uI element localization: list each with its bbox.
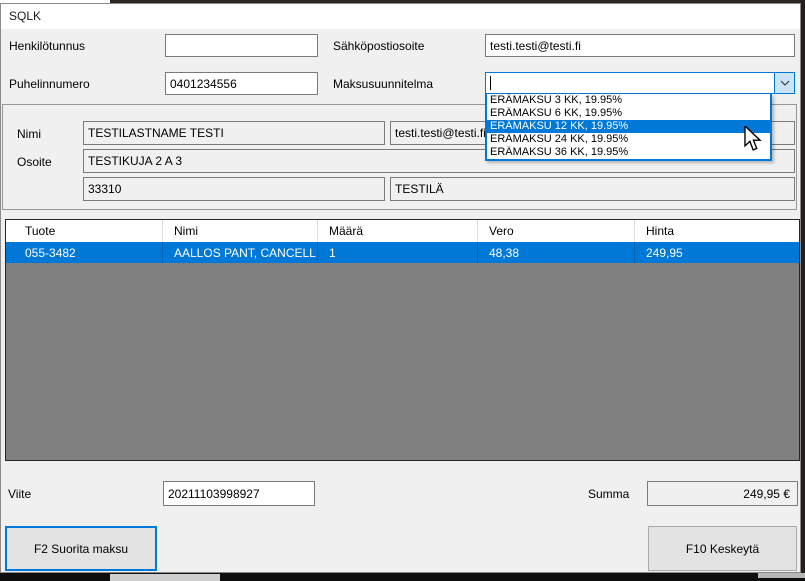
sahkoposti-input[interactable]: testi.testi@testi.fi [485,34,795,57]
combobox-dropdown-button[interactable] [774,73,794,93]
dropdown-option[interactable]: ERÄMAKSU 6 KK, 19.95% [487,107,770,120]
viite-text: 20211103998927 [168,487,260,501]
summa-field: 249,95 € [647,481,798,506]
table-row-selected[interactable]: 055-3482 AALLOS PANT, CANCELL 1 48,38 24… [6,242,799,263]
product-table: Tuote Nimi Määrä Vero Hinta 055-3482 AAL… [5,219,800,461]
cell-maara: 1 [318,242,478,263]
title-bar[interactable]: SQLK [1,4,800,29]
dropdown-option[interactable]: ERÄMAKSU 12 KK, 19.95% [487,120,770,133]
summa-label: Summa [588,487,629,501]
customer-name-field[interactable]: TESTILASTNAME TESTI [83,121,385,145]
background-window-notch-right [758,573,805,578]
column-header-tuote[interactable]: Tuote [6,220,163,242]
submit-payment-label: F2 Suorita maksu [34,542,128,556]
maksusuunnitelma-combobox[interactable] [485,72,795,94]
customer-city-text: TESTILÄ [395,182,444,196]
puhelinnumero-input[interactable]: 0401234556 [165,72,318,95]
henkilotunnus-label: Henkilötunnus [9,39,85,53]
cell-nimi: AALLOS PANT, CANCELL [163,242,318,263]
cell-vero: 48,38 [478,242,635,263]
puhelinnumero-text: 0401234556 [170,77,237,91]
puhelinnumero-label: Puhelinnumero [9,77,90,91]
chevron-down-icon [780,80,790,86]
sahkoposti-label: Sähköpostiosoite [333,39,424,53]
viite-label: Viite [8,487,31,501]
dropdown-option[interactable]: ERÄMAKSU 36 KK, 19.95% [487,146,770,159]
screen: SQLK Henkilötunnus Sähköpostiosoite test… [0,0,805,581]
cancel-button[interactable]: F10 Keskeytä [648,526,797,571]
cell-hinta: 249,95 [635,242,799,263]
column-header-maara[interactable]: Määrä [318,220,478,242]
customer-email-text: testi.testi@testi.fi [395,126,486,140]
osoite-label: Osoite [17,155,52,169]
maksusuunnitelma-label: Maksusuunnitelma [333,77,433,91]
henkilotunnus-input[interactable] [165,34,318,57]
nimi-label: Nimi [17,127,41,141]
dropdown-option[interactable]: ERÄMAKSU 3 KK, 19.95% [487,94,770,107]
customer-postalcode-text: 33310 [88,182,121,196]
customer-city-field[interactable]: TESTILÄ [390,177,795,201]
cancel-label: F10 Keskeytä [686,542,759,556]
sahkoposti-text: testi.testi@testi.fi [490,39,581,53]
customer-name-text: TESTILASTNAME TESTI [88,126,224,140]
background-right-strip [801,0,805,574]
cell-tuote: 055-3482 [6,242,163,263]
mouse-cursor-icon [743,126,762,152]
customer-postalcode-field[interactable]: 33310 [83,177,385,201]
summa-text: 249,95 € [743,487,790,501]
customer-address-text: TESTIKUJA 2 A 3 [88,154,182,168]
column-header-nimi[interactable]: Nimi [163,220,318,242]
column-header-hinta[interactable]: Hinta [635,220,799,242]
table-header-row: Tuote Nimi Määrä Vero Hinta [6,220,799,242]
column-header-vero[interactable]: Vero [478,220,635,242]
dropdown-option[interactable]: ERÄMAKSU 24 KK, 19.95% [487,133,770,146]
maksusuunnitelma-dropdown-list: ERÄMAKSU 3 KK, 19.95% ERÄMAKSU 6 KK, 19.… [485,94,772,161]
background-window-notch-left [110,574,220,581]
viite-field[interactable]: 20211103998927 [163,481,315,506]
text-caret [490,76,491,90]
submit-payment-button[interactable]: F2 Suorita maksu [5,526,157,571]
window-title: SQLK [9,9,41,23]
